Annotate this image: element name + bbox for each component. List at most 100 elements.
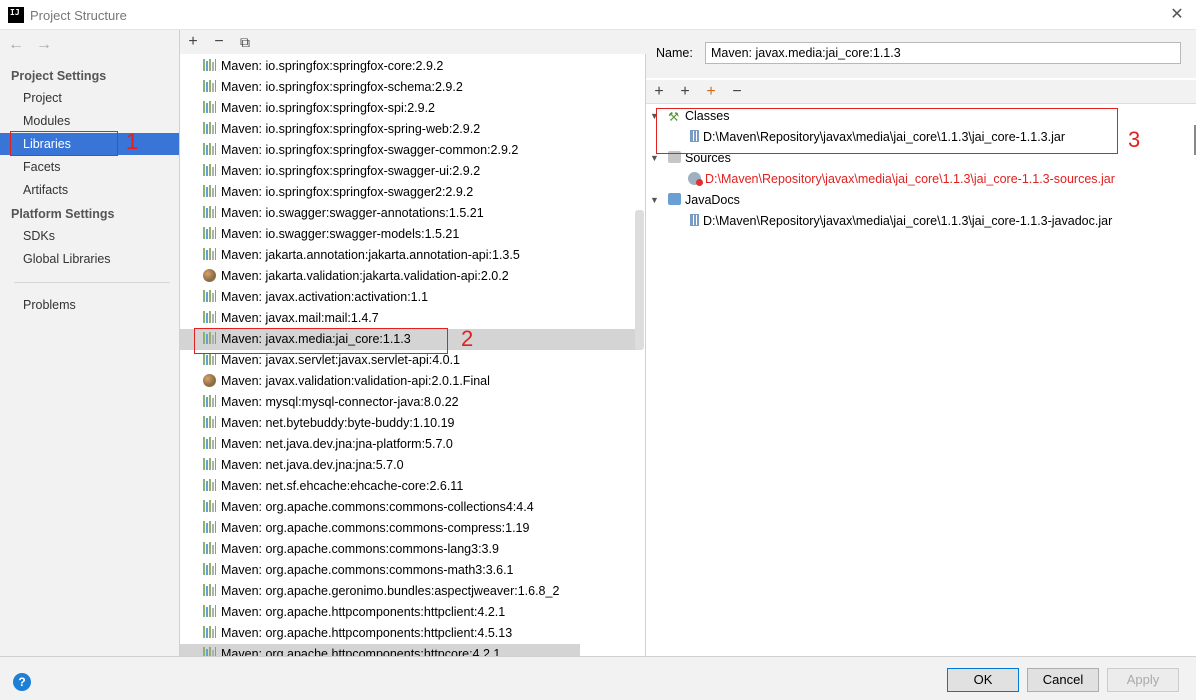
library-list-item[interactable]: Maven: mysql:mysql-connector-java:8.0.22 — [180, 392, 640, 413]
library-label: Maven: io.springfox:springfox-spi:2.9.2 — [221, 101, 435, 115]
maven-library-icon — [203, 206, 216, 218]
library-toolbar: + − ⧉ — [180, 30, 646, 54]
library-list-item[interactable]: Maven: io.springfox:springfox-spring-web… — [180, 119, 640, 140]
annotation-box-2 — [194, 328, 448, 354]
maven-library-icon — [203, 416, 216, 428]
maven-library-icon — [203, 647, 216, 656]
add-root-button[interactable]: + — [650, 82, 668, 102]
nav-item-modules[interactable]: Modules — [0, 110, 179, 132]
library-list-item[interactable]: Maven: javax.mail:mail:1.4.7 — [180, 308, 640, 329]
library-label: Maven: javax.mail:mail:1.4.7 — [221, 311, 379, 325]
library-list-item[interactable]: Maven: net.java.dev.jna:jna-platform:5.7… — [180, 434, 640, 455]
add-special-root-button[interactable]: + — [676, 82, 694, 102]
library-list-item[interactable]: Maven: io.springfox:springfox-schema:2.9… — [180, 77, 640, 98]
library-label: Maven: org.apache.commons:commons-lang3:… — [221, 542, 499, 556]
library-list-item[interactable]: Maven: org.apache.commons:commons-math3:… — [180, 560, 640, 581]
library-label: Maven: io.springfox:springfox-schema:2.9… — [221, 80, 463, 94]
maven-library-icon — [203, 353, 216, 365]
library-list-item[interactable]: Maven: org.apache.httpcomponents:httpcli… — [180, 602, 640, 623]
jakarta-library-icon — [203, 374, 216, 387]
maven-library-icon — [203, 605, 216, 617]
library-list-item[interactable]: Maven: net.java.dev.jna:jna:5.7.0 — [180, 455, 640, 476]
nav-divider — [14, 282, 170, 283]
help-icon[interactable]: ? — [13, 673, 31, 691]
library-list-scrollbar[interactable] — [635, 210, 644, 350]
library-label: Maven: jakarta.validation:jakarta.valida… — [221, 269, 509, 283]
library-list-item[interactable]: Maven: org.apache.httpcomponents:httpcli… — [180, 623, 640, 644]
library-list-item[interactable]: Maven: org.apache.commons:commons-collec… — [180, 497, 640, 518]
library-list-item[interactable]: Maven: org.apache.geronimo.bundles:aspec… — [180, 581, 640, 602]
library-label: Maven: org.apache.geronimo.bundles:aspec… — [221, 584, 560, 598]
name-label: Name: — [656, 46, 693, 60]
library-list-item[interactable]: Maven: org.apache.httpcomponents:httpcor… — [180, 644, 580, 656]
add-other-root-button[interactable]: + — [702, 82, 720, 102]
window-title: Project Structure — [30, 8, 127, 23]
cancel-button[interactable]: Cancel — [1027, 668, 1099, 692]
library-label: Maven: org.apache.commons:commons-math3:… — [221, 563, 514, 577]
library-label: Maven: net.java.dev.jna:jna-platform:5.7… — [221, 437, 453, 451]
annotation-box-3 — [656, 108, 1118, 154]
annotation-number-1: 1 — [126, 129, 139, 154]
apply-button[interactable]: Apply — [1107, 668, 1179, 692]
library-list-item[interactable]: Maven: io.swagger:swagger-models:1.5.21 — [180, 224, 640, 245]
library-list-item[interactable]: Maven: io.swagger:swagger-annotations:1.… — [180, 203, 640, 224]
chevron-down-icon[interactable]: ▼ — [650, 190, 659, 211]
library-label: Maven: javax.validation:validation-api:2… — [221, 374, 490, 388]
nav-item-sdks[interactable]: SDKs — [0, 225, 179, 247]
library-list-item[interactable]: Maven: io.springfox:springfox-swagger-co… — [180, 140, 640, 161]
add-library-button[interactable]: + — [184, 32, 202, 52]
library-list-item[interactable]: Maven: org.apache.commons:commons-compre… — [180, 518, 640, 539]
maven-library-icon — [203, 458, 216, 470]
tree-leaf-javadocs-jar[interactable]: D:\Maven\Repository\javax\media\jai_core… — [690, 211, 1112, 232]
library-label: Maven: net.java.dev.jna:jna:5.7.0 — [221, 458, 404, 472]
library-label: Maven: javax.servlet:javax.servlet-api:4… — [221, 353, 460, 367]
close-icon[interactable]: ✕ — [1166, 4, 1188, 26]
library-list-item[interactable]: Maven: org.apache.commons:commons-lang3:… — [180, 539, 640, 560]
maven-library-icon — [203, 164, 216, 176]
library-list-item[interactable]: Maven: net.sf.ehcache:ehcache-core:2.6.1… — [180, 476, 640, 497]
library-name-input[interactable] — [705, 42, 1181, 64]
maven-library-icon — [203, 290, 216, 302]
library-list-item[interactable]: Maven: io.springfox:springfox-core:2.9.2 — [180, 56, 640, 77]
nav-item-project[interactable]: Project — [0, 87, 179, 109]
library-list-item[interactable]: Maven: javax.activation:activation:1.1 — [180, 287, 640, 308]
remove-root-button[interactable]: − — [728, 82, 746, 102]
library-list-item[interactable]: Maven: jakarta.validation:jakarta.valida… — [180, 266, 640, 287]
library-label: Maven: io.springfox:springfox-swagger2:2… — [221, 185, 474, 199]
tree-leaf-sources-jar[interactable]: D:\Maven\Repository\javax\media\jai_core… — [688, 169, 1115, 190]
library-label: Maven: io.swagger:swagger-models:1.5.21 — [221, 227, 460, 241]
library-label: Maven: io.springfox:springfox-core:2.9.2 — [221, 59, 444, 73]
maven-library-icon — [203, 80, 216, 92]
library-list-item[interactable]: Maven: io.springfox:springfox-spi:2.9.2 — [180, 98, 640, 119]
platform-settings-header: Platform Settings — [11, 207, 115, 221]
nav-item-facets[interactable]: Facets — [0, 156, 179, 178]
project-settings-header: Project Settings — [11, 69, 107, 83]
missing-source-icon — [688, 172, 703, 186]
nav-item-problems[interactable]: Problems — [0, 294, 179, 316]
library-label: Maven: org.apache.httpcomponents:httpcli… — [221, 605, 506, 619]
library-list-item[interactable]: Maven: io.springfox:springfox-swagger2:2… — [180, 182, 640, 203]
maven-library-icon — [203, 479, 216, 491]
copy-library-button[interactable]: ⧉ — [236, 32, 254, 52]
javadocs-path: D:\Maven\Repository\javax\media\jai_core… — [703, 214, 1113, 228]
sources-path: D:\Maven\Repository\javax\media\jai_core… — [705, 172, 1115, 186]
remove-library-button[interactable]: − — [210, 32, 228, 52]
maven-library-icon — [203, 395, 216, 407]
maven-library-icon — [203, 521, 216, 533]
library-label: Maven: org.apache.httpcomponents:httpcor… — [221, 647, 501, 656]
library-list-item[interactable]: Maven: jakarta.annotation:jakarta.annota… — [180, 245, 640, 266]
jakarta-library-icon — [203, 269, 216, 282]
title-bar: IJ Project Structure ✕ — [0, 0, 1196, 30]
library-list-item[interactable]: Maven: javax.validation:validation-api:2… — [180, 371, 640, 392]
nav-item-artifacts[interactable]: Artifacts — [0, 179, 179, 201]
intellij-app-icon: IJ — [8, 7, 24, 23]
library-label: Maven: jakarta.annotation:jakarta.annota… — [221, 248, 520, 262]
library-list-item[interactable]: Maven: net.bytebuddy:byte-buddy:1.10.19 — [180, 413, 640, 434]
library-list-item[interactable]: Maven: io.springfox:springfox-swagger-ui… — [180, 161, 640, 182]
maven-library-icon — [203, 311, 216, 323]
nav-item-global-libraries[interactable]: Global Libraries — [0, 248, 179, 270]
jar-icon — [690, 214, 699, 226]
forward-arrow-icon[interactable]: → — [36, 36, 52, 53]
back-arrow-icon[interactable]: ← — [8, 36, 24, 53]
ok-button[interactable]: OK — [947, 668, 1019, 692]
